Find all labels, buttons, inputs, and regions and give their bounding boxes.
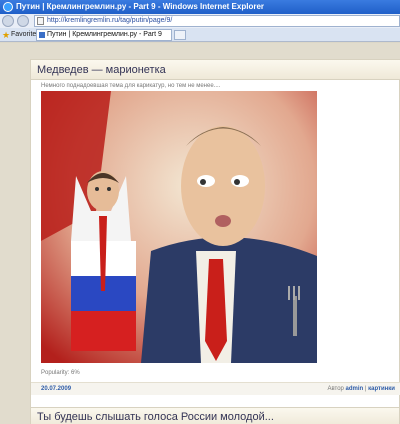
next-post: Ты будешь слышать голоса России молодой.… bbox=[30, 407, 400, 424]
post-meta: Автор admin | картинки bbox=[327, 386, 395, 392]
post-date: 20.07.2009 bbox=[41, 386, 72, 392]
address-bar: http://kremlingremlin.ru/tag/putin/page/… bbox=[0, 14, 400, 28]
page-content: Медведев — марионетка Немного поднадоевш… bbox=[0, 43, 400, 424]
star-icon: ★ bbox=[2, 30, 11, 40]
category-link[interactable]: картинки bbox=[368, 386, 395, 392]
forward-icon[interactable] bbox=[17, 15, 29, 27]
favorites-button[interactable]: ★ Favorites bbox=[2, 28, 40, 42]
post: Медведев — марионетка Немного поднадоевш… bbox=[30, 59, 400, 411]
tab-bar: ★ Favorites Путин | Кремлингремлин.ру - … bbox=[0, 28, 400, 42]
new-tab-button[interactable] bbox=[174, 30, 186, 40]
post-teaser: Немного поднадоевшая тема для карикатур,… bbox=[41, 83, 221, 89]
address-input[interactable]: http://kremlingremlin.ru/tag/putin/page/… bbox=[34, 15, 400, 27]
meta-prefix: Автор bbox=[327, 386, 344, 392]
address-text: http://kremlingremlin.ru/tag/putin/page/… bbox=[47, 17, 173, 24]
window-titlebar: Путин | Кремлингремлин.ру - Part 9 - Win… bbox=[0, 0, 400, 14]
meta-separator: | bbox=[364, 386, 367, 392]
popularity: Popularity: 6% bbox=[41, 370, 80, 376]
post-footer: 20.07.2009 Автор admin | картинки bbox=[31, 382, 400, 395]
site-icon bbox=[39, 32, 45, 38]
cartoon-image bbox=[41, 91, 317, 363]
window-title: Путин | Кремлингремлин.ру - Part 9 - Win… bbox=[16, 2, 265, 11]
ie-logo-icon bbox=[3, 2, 13, 12]
tab-active[interactable]: Путин | Кремлингремлин.ру - Part 9 bbox=[36, 29, 172, 41]
post-title[interactable]: Медведев — марионетка bbox=[31, 60, 400, 80]
author-link[interactable]: admin bbox=[346, 386, 364, 392]
tab-label: Путин | Кремлингремлин.ру - Part 9 bbox=[47, 31, 162, 38]
back-icon[interactable] bbox=[2, 15, 14, 27]
page-icon bbox=[37, 17, 44, 25]
next-post-title[interactable]: Ты будешь слышать голоса России молодой.… bbox=[37, 408, 274, 424]
